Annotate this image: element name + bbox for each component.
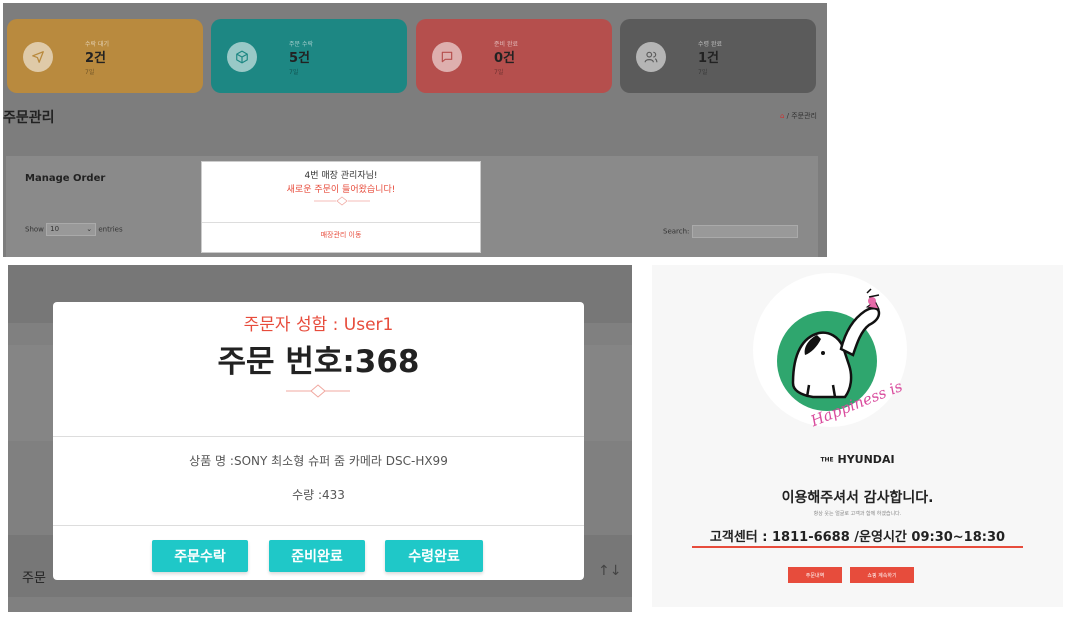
table-search: Search: [663, 225, 798, 238]
card-ready[interactable]: 준비 완료 0건 7일 [416, 19, 612, 93]
admin-dashboard-panel: 수락 대기 2건 7일 주문 수락 5건 7일 준비 완료 0건 7일 수령 완… [3, 3, 827, 257]
new-order-notification: 4번 매장 관리자님! 새로운 주문이 들어왔습니다! 매장관리 이동 [201, 161, 481, 253]
users-icon [636, 42, 666, 72]
brand-name: THE HYUNDAI [652, 453, 1063, 466]
ready-complete-button[interactable]: 준비완료 [269, 540, 365, 572]
entries-label: entries [98, 225, 123, 234]
customer-center-info: 고객센터 : 1811-6688 /운영시간 09:30~18:30 [692, 526, 1023, 548]
go-to-store-link[interactable]: 매장관리 이동 [202, 230, 480, 240]
quantity: 수량 :433 [292, 488, 345, 502]
search-label: Search: [663, 227, 690, 236]
order-detail-panel: 주문 ↑↓ 주문자 성함 : User1 주문 번호:368 상품 명 :SON… [8, 265, 632, 612]
chat-icon [432, 42, 462, 72]
thank-you-panel: Happiness is THE HYUNDAI 이용해주셔서 감사합니다. 항… [652, 265, 1063, 607]
background-label: 주문 [22, 571, 46, 586]
order-history-button[interactable]: 주문내역 [788, 567, 842, 583]
card-sub: 7일 [698, 69, 708, 76]
card-sub: 7일 [289, 69, 299, 76]
divider [53, 525, 584, 526]
pickup-complete-button[interactable]: 수령완료 [385, 540, 483, 572]
breadcrumb-current: 주문관리 [791, 112, 817, 120]
order-modal: 주문자 성함 : User1 주문 번호:368 상품 명 :SONY 최소형 … [53, 302, 584, 580]
card-count: 1건 [698, 51, 720, 66]
continue-shopping-button[interactable]: 쇼핑 계속하기 [850, 567, 914, 583]
card-count: 2건 [85, 51, 107, 66]
notification-message: 새로운 주문이 들어왔습니다! [286, 185, 396, 195]
divider [53, 436, 584, 437]
show-entries: Show 10 ⌄ entries [25, 223, 123, 236]
card-count: 0건 [494, 51, 516, 66]
diamond-divider-icon [314, 196, 370, 206]
table-title: Manage Order [25, 173, 106, 184]
customer-name: 주문자 성함 : User1 [243, 315, 394, 335]
card-sub: 7일 [494, 69, 504, 76]
show-label: Show [25, 225, 44, 234]
sort-icon[interactable]: ↑↓ [598, 563, 621, 579]
entries-value: 10 [50, 225, 60, 233]
send-icon [23, 42, 53, 72]
order-number: 주문 번호:368 [217, 344, 420, 380]
notification-greeting: 4번 매장 관리자님! [304, 171, 378, 181]
accept-order-button[interactable]: 주문수락 [152, 540, 248, 572]
product-name: 상품 명 :SONY 최소형 슈퍼 줌 카메라 DSC-HX99 [189, 454, 448, 468]
brand-main: HYUNDAI [837, 453, 895, 466]
divider [202, 222, 480, 223]
diamond-divider-icon [286, 384, 350, 398]
card-picked-up[interactable]: 수령 완료 1건 7일 [620, 19, 816, 93]
card-sub: 7일 [85, 69, 95, 76]
thanks-title: 이용해주셔서 감사합니다. [781, 490, 934, 506]
breadcrumb: ⌂ / 주문관리 [780, 111, 817, 121]
chevron-down-icon: ⌄ [86, 225, 93, 233]
page-title: 주문관리 [3, 110, 55, 126]
happiness-logo: Happiness is [753, 273, 907, 431]
search-input[interactable] [691, 225, 798, 238]
card-pending[interactable]: 수락 대기 2건 7일 [7, 19, 203, 93]
entries-select[interactable]: 10 ⌄ [46, 223, 97, 236]
thanks-subtitle: 항상 웃는 얼굴로 고객과 함께 하겠습니다. [813, 511, 902, 517]
dog-logo-icon: Happiness is [777, 288, 905, 431]
card-count: 5건 [289, 51, 311, 66]
box-icon [227, 42, 257, 72]
card-accepted[interactable]: 주문 수락 5건 7일 [211, 19, 407, 93]
brand-prefix: THE [820, 456, 834, 464]
